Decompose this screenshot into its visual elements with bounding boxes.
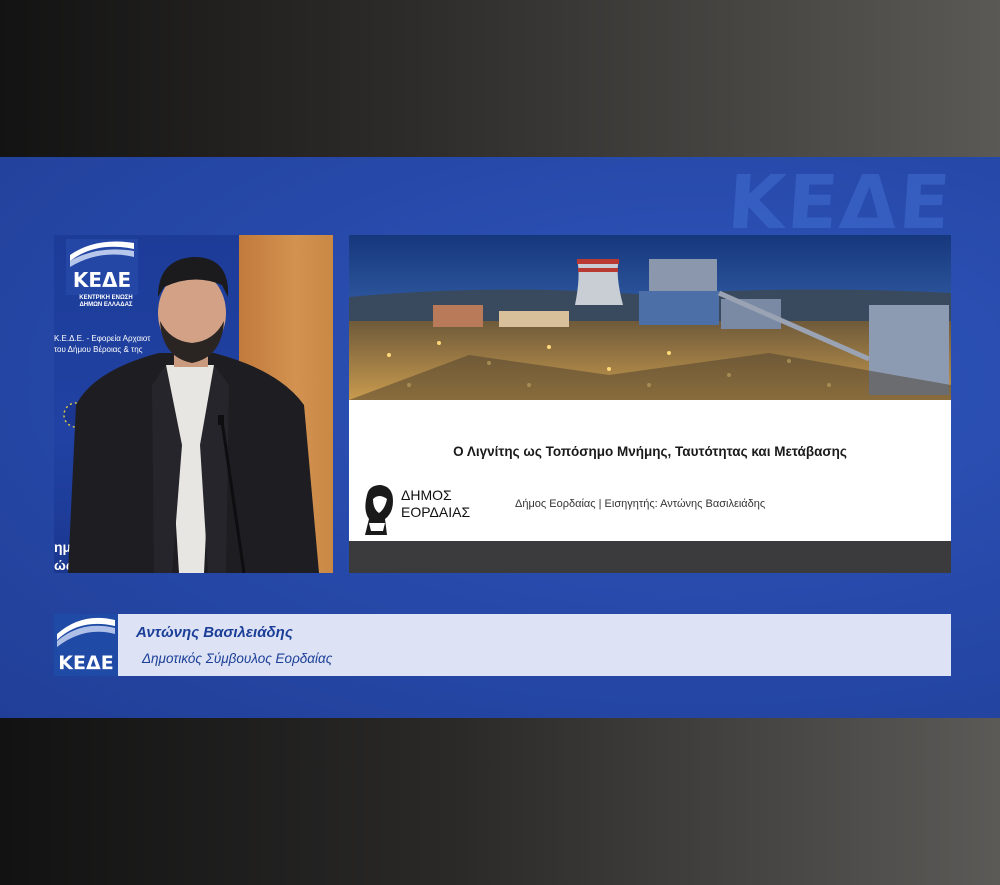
top-letterbox <box>0 0 1000 157</box>
lower-third: ΚΕΔΕ Αντώνης Βασιλειάδης Δημοτικός Σύμβο… <box>54 614 951 676</box>
municipality-name-line1: ΔΗΜΟΣ <box>401 487 452 503</box>
speaker-role: Δημοτικός Σύμβουλος Εορδαίας <box>142 651 333 666</box>
speaker-name: Αντώνης Βασιλειάδης <box>136 624 293 641</box>
statue-head-icon <box>365 485 393 535</box>
slide-title: Ο Λιγνίτης ως Τοπόσημο Μνήμης, Ταυτότητα… <box>453 444 847 459</box>
municipality-logo: ΔΗΜΟΣ ΕΟΡΔΑΙΑΣ <box>359 483 489 539</box>
slide-subtitle: Δήμος Εορδαίας | Εισηγητής: Αντώνης Βασι… <box>515 498 766 510</box>
municipality-name-line2: ΕΟΡΔΑΙΑΣ <box>401 504 471 520</box>
kede-logo: ΚΕΔΕ <box>54 614 118 676</box>
speaker-figure <box>63 257 319 573</box>
broadcast-frame: ΚΕΔΕ ΚΕΔΕ ΚΕΝΤΡΙΚΗ ΕΝΩΣΗ ΔΗΜΩΝ ΕΛΛΑΔΑΣ Κ… <box>0 0 1000 885</box>
presentation-slide: Ο Λιγνίτης ως Τοπόσημο Μνήμης, Ταυτότητα… <box>349 235 951 573</box>
bottom-letterbox <box>0 718 1000 885</box>
speaker-video: ΚΕΔΕ ΚΕΝΤΡΙΚΗ ΕΝΩΣΗ ΔΗΜΩΝ ΕΛΛΑΔΑΣ Κ.Ε.Δ.… <box>54 235 333 573</box>
kede-logo-text: ΚΕΔΕ <box>58 652 113 674</box>
power-plant-photo <box>349 235 951 400</box>
slide-footer-bar <box>349 541 951 573</box>
municipality-name: ΔΗΜΟΣ ΕΟΡΔΑΙΑΣ <box>401 487 470 521</box>
kede-watermark: ΚΕΔΕ <box>725 160 956 246</box>
